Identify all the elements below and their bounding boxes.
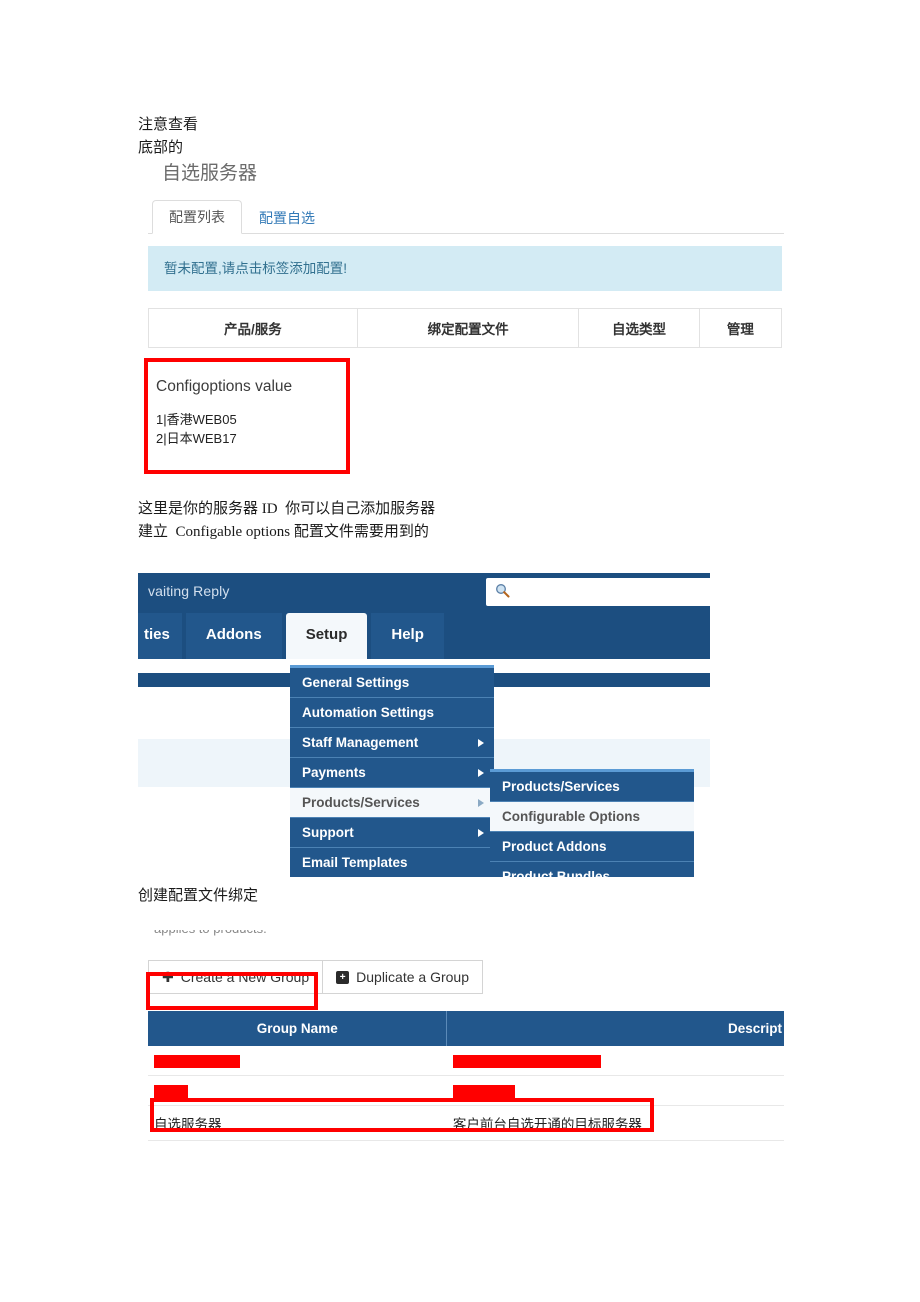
plus-icon: ✚ xyxy=(162,969,174,985)
cell-description xyxy=(446,1046,784,1076)
column-header-profile: 绑定配置文件 xyxy=(356,308,580,348)
table-row[interactable]: 自选服务器 客户前台自选开通的目标服务器 xyxy=(148,1105,784,1141)
menu-item-automation-settings[interactable]: Automation Settings xyxy=(290,698,494,728)
chevron-right-icon xyxy=(478,739,484,747)
submenu-item-label: Configurable Options xyxy=(502,809,640,824)
table-row[interactable] xyxy=(148,1075,784,1106)
redaction-bar xyxy=(154,1054,240,1068)
chevron-right-icon xyxy=(478,769,484,777)
note-bottom-line1: 创建配置文件绑定 xyxy=(138,888,259,904)
cropped-helper-text: applies to products. xyxy=(148,930,784,956)
groups-table: Group Name Descript 自选服务器 客户前台自选开通的目标服务器 xyxy=(148,1011,784,1141)
tab-config-list[interactable]: 配置列表 xyxy=(152,200,242,234)
nav-item-help[interactable]: Help xyxy=(371,613,444,659)
menu-item-label: Staff Management xyxy=(302,735,419,750)
column-header-manage: 管理 xyxy=(698,308,783,348)
menu-item-label: Products/Services xyxy=(302,795,420,810)
duplicate-group-button[interactable]: + Duplicate a Group xyxy=(323,960,483,994)
menu-item-label: Payments xyxy=(302,765,366,780)
page-title: 自选服务器 xyxy=(162,163,258,184)
cropped-helper-label: applies to products. xyxy=(154,930,267,936)
submenu-item-label: Product Bundles xyxy=(502,869,611,877)
setup-dropdown-menu: General Settings Automation Settings Sta… xyxy=(290,665,494,877)
table-header-row: 产品/服务 绑定配置文件 自选类型 管理 xyxy=(148,308,783,348)
cell-group-name xyxy=(148,1075,447,1106)
menu-item-label: Automation Settings xyxy=(302,705,434,720)
note-mid-line2: 建立 Configable options 配置文件需要用到的 xyxy=(138,524,429,540)
nav-item-setup[interactable]: Setup xyxy=(285,613,368,659)
note-top-line1: 注意查看 xyxy=(138,117,199,133)
whmcs-topbar: vaiting Reply xyxy=(138,573,710,613)
groups-screenshot: applies to products. ✚ Create a New Grou… xyxy=(148,930,784,1141)
cell-group-name xyxy=(148,1046,447,1076)
menu-item-label: Support xyxy=(302,825,354,840)
cell-description xyxy=(446,1075,784,1106)
menu-item-payments[interactable]: Payments xyxy=(290,758,494,788)
tab-config-custom[interactable]: 配置自选 xyxy=(242,201,332,234)
column-header-description: Descript xyxy=(446,1011,784,1046)
configoptions-line-2: 2|日本WEB17 xyxy=(156,431,237,446)
square-plus-icon: + xyxy=(336,970,350,984)
menu-item-general-settings[interactable]: General Settings xyxy=(290,668,494,698)
submenu-item-label: Products/Services xyxy=(502,779,620,794)
configoptions-line-1: 1|香港WEB05 xyxy=(156,412,237,427)
table-row[interactable] xyxy=(148,1046,784,1076)
menu-item-email-templates[interactable]: Email Templates xyxy=(290,848,494,877)
config-panel-screenshot: 自选服务器 配置列表 配置自选 暂未配置,请点击标签添加配置! 产品/服务 绑定… xyxy=(148,158,784,348)
menu-item-staff-management[interactable]: Staff Management xyxy=(290,728,494,758)
whmcs-admin-screenshot: vaiting Reply ties Addons Setup Help Gen… xyxy=(138,573,710,877)
duplicate-group-label: Duplicate a Group xyxy=(356,969,469,985)
table-header-row: Group Name Descript xyxy=(148,1011,784,1046)
tab-bar: 配置列表 配置自选 xyxy=(148,200,784,234)
menu-item-label: Email Templates xyxy=(302,855,408,870)
search-input[interactable] xyxy=(486,578,710,606)
submenu-item-label: Product Addons xyxy=(502,839,607,854)
info-alert: 暂未配置,请点击标签添加配置! xyxy=(148,246,782,291)
submenu-item-product-bundles[interactable]: Product Bundles xyxy=(490,862,694,877)
group-action-buttons: ✚ Create a New Group + Duplicate a Group xyxy=(148,960,483,994)
menu-item-support[interactable]: Support xyxy=(290,818,494,848)
column-header-product: 产品/服务 xyxy=(148,308,358,348)
navbar-filler xyxy=(447,613,710,659)
submenu-item-products-services[interactable]: Products/Services xyxy=(490,772,694,802)
config-table: 产品/服务 绑定配置文件 自选类型 管理 xyxy=(148,308,783,348)
configoptions-card-title: Configoptions value xyxy=(156,378,293,395)
menu-item-products-services[interactable]: Products/Services xyxy=(290,788,494,818)
chevron-right-icon xyxy=(478,829,484,837)
cell-description: 客户前台自选开通的目标服务器 xyxy=(446,1105,784,1141)
menu-item-label: General Settings xyxy=(302,675,410,690)
products-services-submenu: Products/Services Configurable Options P… xyxy=(490,769,694,877)
nav-item-ties[interactable]: ties xyxy=(138,613,182,659)
nav-item-addons[interactable]: Addons xyxy=(185,613,282,659)
chevron-right-icon xyxy=(478,799,484,807)
search-icon xyxy=(496,584,510,598)
redaction-bar xyxy=(452,1084,515,1098)
column-header-type: 自选类型 xyxy=(578,308,700,348)
redaction-bar xyxy=(452,1054,601,1068)
whmcs-navbar: ties Addons Setup Help xyxy=(138,613,710,659)
note-mid-line1: 这里是你的服务器 ID 你可以自己添加服务器 xyxy=(138,501,436,517)
submenu-item-configurable-options[interactable]: Configurable Options xyxy=(490,802,694,832)
submenu-item-product-addons[interactable]: Product Addons xyxy=(490,832,694,862)
cell-group-name: 自选服务器 xyxy=(148,1105,447,1141)
column-header-group-name: Group Name xyxy=(148,1011,448,1046)
awaiting-reply-label: vaiting Reply xyxy=(148,583,230,599)
note-top-line2: 底部的 xyxy=(138,140,184,156)
configoptions-value-card: Configoptions value 1|香港WEB05 2|日本WEB17 xyxy=(148,362,346,472)
create-new-group-button[interactable]: ✚ Create a New Group xyxy=(148,960,324,994)
redaction-bar xyxy=(154,1084,188,1098)
create-new-group-label: Create a New Group xyxy=(180,969,310,985)
document-page: 注意查看 底部的 自选服务器 配置列表 配置自选 暂未配置,请点击标签添加配置!… xyxy=(0,0,920,1302)
